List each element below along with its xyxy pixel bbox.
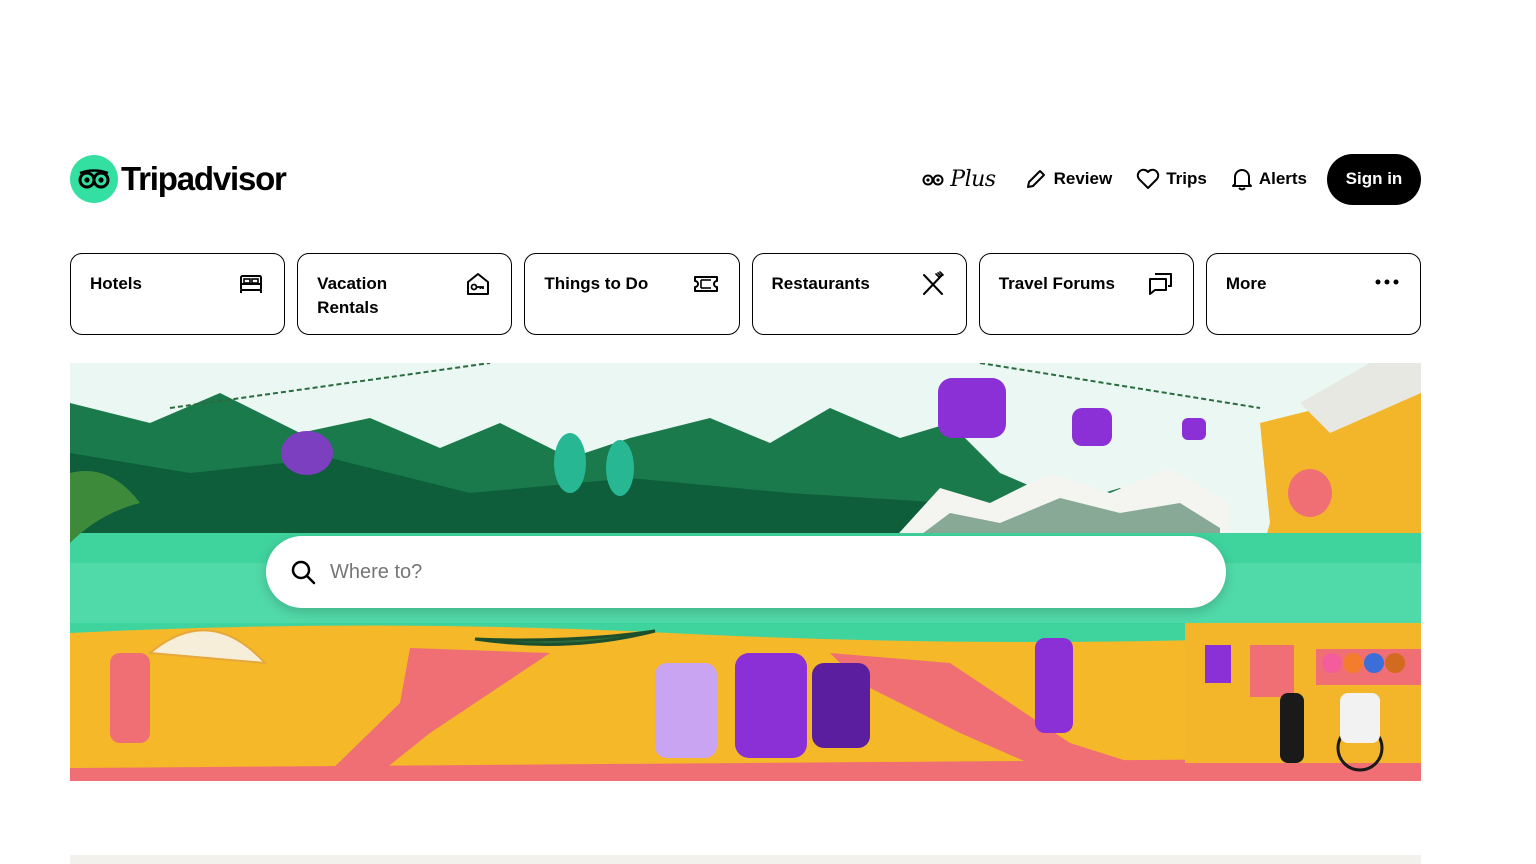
category-travel-forums[interactable]: Travel Forums xyxy=(978,253,1194,335)
category-label: Hotels xyxy=(90,274,142,293)
plus-label: Plus xyxy=(950,166,996,192)
category-things-to-do[interactable]: Things to Do xyxy=(524,253,740,335)
category-more[interactable]: More xyxy=(1205,253,1422,335)
brand-name: Tripadvisor xyxy=(121,160,287,197)
category-label: More xyxy=(1225,274,1267,293)
plus-link[interactable]: Plus xyxy=(912,159,1005,199)
trips-link[interactable]: Trips xyxy=(1126,159,1217,199)
next-section-edge xyxy=(70,855,1421,864)
tripadvisor-logo[interactable]: Tripadvisor xyxy=(70,155,287,203)
category-label: Things to Do xyxy=(544,274,649,293)
fork-knife-icon xyxy=(922,271,944,295)
category-label: Restaurants xyxy=(771,274,870,293)
bed-icon xyxy=(240,275,263,293)
review-link[interactable]: Review xyxy=(1014,159,1123,199)
search-input[interactable] xyxy=(330,560,1190,584)
site-header: Tripadvisor Plus Review Trips Alerts Sig… xyxy=(70,153,1421,205)
bell-icon xyxy=(1231,169,1252,191)
review-label: Review xyxy=(1053,169,1113,188)
chat-bubbles-icon xyxy=(1148,273,1172,295)
owl-eyes-icon xyxy=(922,174,944,186)
category-label: Vacation Rentals xyxy=(317,274,388,317)
heart-icon xyxy=(1136,168,1160,189)
house-key-icon xyxy=(467,273,490,295)
category-vacation-rentals[interactable]: Vacation Rentals xyxy=(297,253,513,335)
search-bar[interactable] xyxy=(266,536,1226,608)
category-hotels[interactable]: Hotels xyxy=(70,253,286,335)
pencil-icon xyxy=(1026,170,1045,188)
sign-in-button[interactable]: Sign in xyxy=(1327,153,1421,205)
category-restaurants[interactable]: Restaurants xyxy=(751,253,967,335)
category-label: Travel Forums xyxy=(998,274,1115,293)
more-dots-icon xyxy=(1375,279,1399,285)
trips-label: Trips xyxy=(1166,169,1207,188)
top-nav: Plus Review Trips Alerts Sign in xyxy=(912,153,1421,205)
ticket-icon xyxy=(693,276,718,292)
alerts-label: Alerts xyxy=(1258,169,1307,188)
category-tiles: Hotels Vacation Rentals Things to Do Res… xyxy=(70,253,1422,335)
search-icon xyxy=(291,560,316,585)
alerts-link[interactable]: Alerts xyxy=(1221,159,1317,199)
owl-eyes-icon xyxy=(70,155,118,203)
